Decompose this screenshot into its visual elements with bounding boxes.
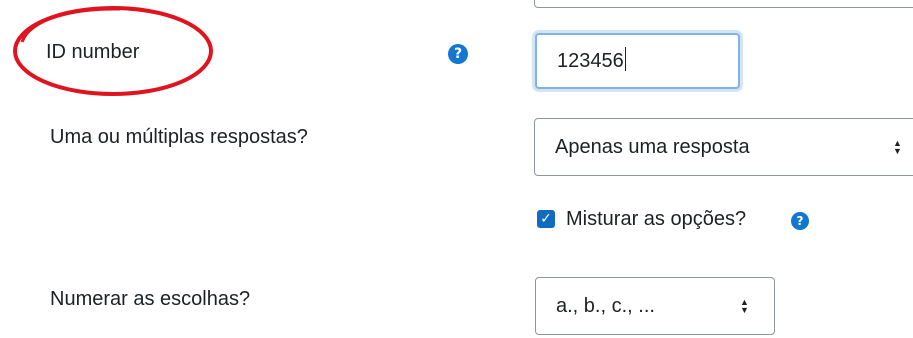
help-icon[interactable]: ?	[448, 44, 468, 64]
numbering-label: Numerar as escolhas?	[50, 288, 251, 310]
id-number-input[interactable]: 123456	[535, 33, 740, 89]
sort-down-icon: ▼	[740, 305, 749, 315]
select-arrows-icon: ▲ ▼	[740, 278, 749, 334]
sort-down-icon: ▼	[893, 146, 902, 156]
shuffle-label: Misturar as opções?	[566, 208, 747, 230]
id-number-label: ID number	[46, 41, 140, 63]
help-icon[interactable]: ?	[791, 212, 809, 230]
previous-field-input[interactable]	[534, 0, 913, 8]
shuffle-checkbox[interactable]: ✓	[537, 210, 555, 228]
numbering-selected: a., b., c., ...	[556, 295, 655, 317]
numbering-select[interactable]: a., b., c., ... ▲ ▼	[535, 277, 775, 335]
single-multiple-selected: Apenas uma resposta	[555, 136, 750, 158]
id-number-value: 123456	[557, 50, 624, 72]
single-multiple-label: Uma ou múltiplas respostas?	[50, 126, 308, 148]
single-multiple-select[interactable]: Apenas uma resposta ▲ ▼	[534, 118, 913, 176]
select-arrows-icon: ▲ ▼	[893, 119, 902, 175]
text-cursor	[624, 47, 626, 71]
